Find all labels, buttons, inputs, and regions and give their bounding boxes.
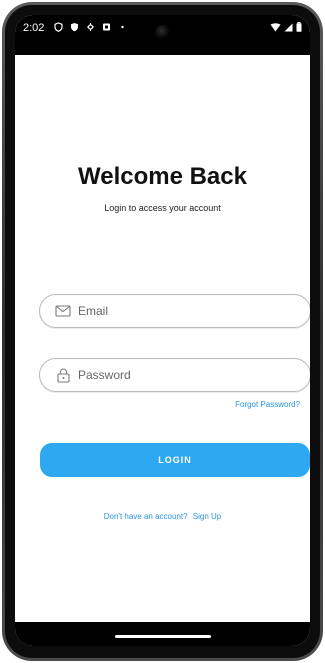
lock-icon xyxy=(50,368,76,383)
settings-icon xyxy=(85,21,95,33)
wifi-icon xyxy=(270,22,281,35)
phone-bezel: 2:02 Welcome Back Login to access your a… xyxy=(5,5,320,658)
shield-icon xyxy=(69,21,79,33)
screen: 2:02 Welcome Back Login to access your a… xyxy=(15,15,310,646)
camera-cutout xyxy=(154,25,171,41)
status-icons-right xyxy=(270,22,302,35)
shield-outline-icon xyxy=(53,21,63,33)
mail-icon xyxy=(50,305,76,317)
forgot-password-link[interactable]: Forgot Password? xyxy=(235,400,300,409)
status-bar: 2:02 xyxy=(15,15,310,55)
page-title: Welcome Back xyxy=(78,163,247,190)
square-icon xyxy=(101,21,111,33)
password-field[interactable] xyxy=(39,358,310,392)
status-icons-left xyxy=(53,21,127,33)
email-input[interactable] xyxy=(76,303,280,319)
login-button[interactable]: LOGIN xyxy=(40,443,310,477)
signup-link[interactable]: Sign Up xyxy=(193,512,221,521)
battery-icon xyxy=(296,22,302,35)
phone-frame: 2:02 Welcome Back Login to access your a… xyxy=(2,2,323,661)
password-input[interactable] xyxy=(76,367,280,383)
email-field[interactable] xyxy=(39,294,310,328)
signup-prompt: Don't have an account? xyxy=(103,512,188,521)
dot-icon xyxy=(117,21,127,33)
signal-icon xyxy=(284,23,293,35)
navigation-bar xyxy=(15,622,310,646)
signup-row: Don't have an account? Sign Up xyxy=(15,512,310,521)
home-gesture-handle[interactable] xyxy=(114,635,211,638)
page-subtitle: Login to access your account xyxy=(104,203,221,213)
status-time: 2:02 xyxy=(23,22,45,34)
